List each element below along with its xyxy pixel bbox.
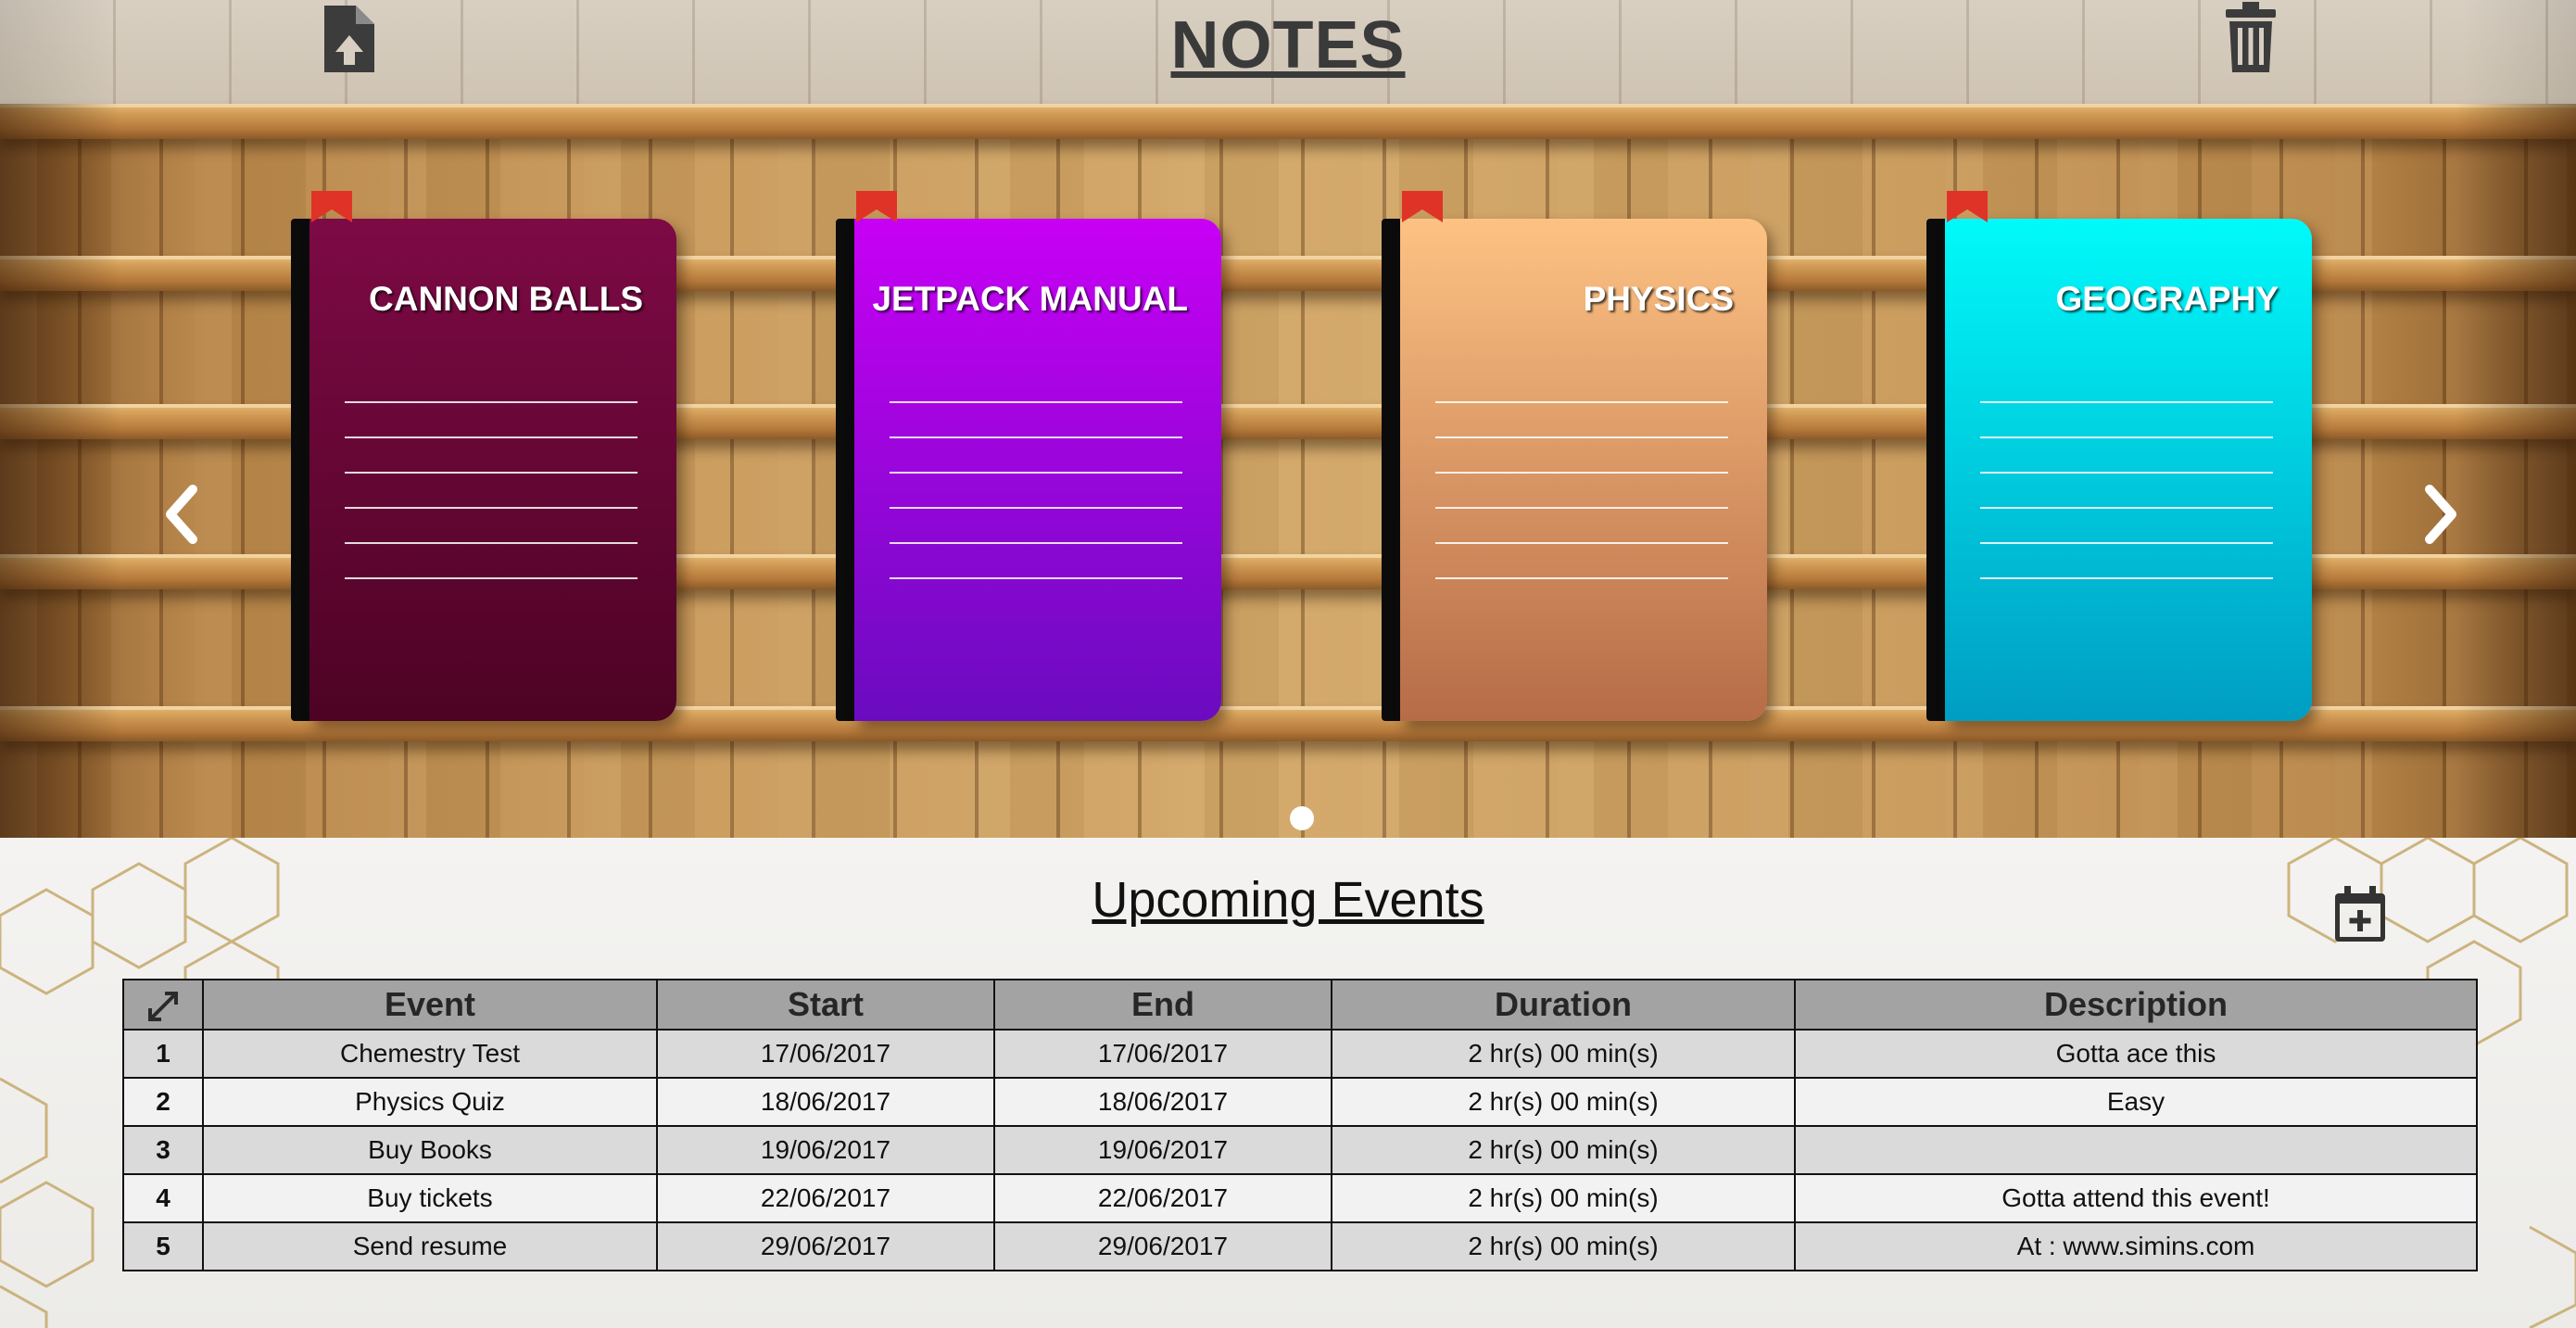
event-description: Gotta attend this event! xyxy=(1794,1173,2478,1223)
carousel-page-dot[interactable] xyxy=(1290,806,1314,830)
event-name: Physics Quiz xyxy=(202,1077,658,1127)
row-number: 3 xyxy=(122,1125,204,1175)
event-description: Easy xyxy=(1794,1077,2478,1127)
table-row[interactable]: 4 Buy tickets 22/06/2017 22/06/2017 2 hr… xyxy=(122,1173,2478,1223)
expand-icon[interactable] xyxy=(146,990,180,1023)
event-duration: 2 hr(s) 00 min(s) xyxy=(1331,1173,1796,1223)
event-duration: 2 hr(s) 00 min(s) xyxy=(1331,1125,1796,1175)
notebook-geography[interactable]: GEOGRAPHY xyxy=(1926,191,2312,721)
notebook-title: CANNON BALLS xyxy=(369,280,643,318)
table-row[interactable]: 3 Buy Books 19/06/2017 19/06/2017 2 hr(s… xyxy=(122,1125,2478,1175)
column-header-start[interactable]: Start xyxy=(656,979,995,1031)
expand-column-header[interactable] xyxy=(122,979,204,1031)
notebook-jetpack-manual[interactable]: JETPACK MANUAL xyxy=(836,191,1221,721)
event-name: Buy Books xyxy=(202,1125,658,1175)
event-start: 19/06/2017 xyxy=(656,1125,995,1175)
bookmark-ribbon-icon xyxy=(1402,191,1443,222)
event-name: Buy tickets xyxy=(202,1173,658,1223)
event-start: 29/06/2017 xyxy=(656,1221,995,1271)
table-row[interactable]: 2 Physics Quiz 18/06/2017 18/06/2017 2 h… xyxy=(122,1077,2478,1127)
event-duration: 2 hr(s) 00 min(s) xyxy=(1331,1077,1796,1127)
column-header-description[interactable]: Description xyxy=(1794,979,2478,1031)
event-name: Send resume xyxy=(202,1221,658,1271)
event-duration: 2 hr(s) 00 min(s) xyxy=(1331,1221,1796,1271)
bookmark-ribbon-icon xyxy=(311,191,352,222)
notebook-physics[interactable]: PHYSICS xyxy=(1382,191,1767,721)
column-header-duration[interactable]: Duration xyxy=(1331,979,1796,1031)
event-description: At : www.simins.com xyxy=(1794,1221,2478,1271)
event-end: 17/06/2017 xyxy=(993,1029,1332,1079)
notebook-title: GEOGRAPHY xyxy=(2055,280,2279,318)
event-end: 22/06/2017 xyxy=(993,1173,1332,1223)
event-end: 19/06/2017 xyxy=(993,1125,1332,1175)
events-table: Event Start End Duration Description 1 C… xyxy=(122,979,2478,1271)
page-title: NOTES xyxy=(1170,8,1406,82)
event-description xyxy=(1794,1125,2478,1175)
notebook-spine xyxy=(1382,219,1400,721)
notes-shelf: NOTES CANNON BALLS JETPACK MANUAL PHYSIC… xyxy=(0,0,2576,838)
notebook-cannon-balls[interactable]: CANNON BALLS xyxy=(291,191,676,721)
column-header-end[interactable]: End xyxy=(993,979,1332,1031)
event-start: 18/06/2017 xyxy=(656,1077,995,1127)
bookmark-ribbon-icon xyxy=(1947,191,1988,222)
events-title: Upcoming Events xyxy=(1092,872,1484,928)
notebook-spine xyxy=(836,219,854,721)
notebook-title: PHYSICS xyxy=(1583,280,1734,318)
event-name: Chemestry Test xyxy=(202,1029,658,1079)
bookmark-ribbon-icon xyxy=(856,191,897,222)
table-header-row: Event Start End Duration Description xyxy=(122,979,2478,1031)
row-number: 1 xyxy=(122,1029,204,1079)
chevron-left-icon[interactable] xyxy=(156,482,211,547)
event-end: 29/06/2017 xyxy=(993,1221,1332,1271)
notebook-title: JETPACK MANUAL xyxy=(872,280,1188,318)
row-number: 4 xyxy=(122,1173,204,1223)
shelf-shadow-right xyxy=(2456,104,2576,838)
shelf-board xyxy=(0,104,2576,139)
trash-icon[interactable] xyxy=(2222,0,2279,74)
event-duration: 2 hr(s) 00 min(s) xyxy=(1331,1029,1796,1079)
notebook-spine xyxy=(1926,219,1945,721)
table-row[interactable]: 1 Chemestry Test 17/06/2017 17/06/2017 2… xyxy=(122,1029,2478,1079)
shelf-shadow-left xyxy=(0,104,120,838)
table-row[interactable]: 5 Send resume 29/06/2017 29/06/2017 2 hr… xyxy=(122,1221,2478,1271)
upcoming-events-panel: Upcoming Events Event Start End Duration… xyxy=(0,838,2576,1328)
upload-note-icon[interactable] xyxy=(321,4,378,74)
chevron-right-icon[interactable] xyxy=(2411,482,2467,547)
row-number: 5 xyxy=(122,1221,204,1271)
event-description: Gotta ace this xyxy=(1794,1029,2478,1079)
event-start: 17/06/2017 xyxy=(656,1029,995,1079)
notebook-spine xyxy=(291,219,309,721)
column-header-event[interactable]: Event xyxy=(202,979,658,1031)
row-number: 2 xyxy=(122,1077,204,1127)
event-start: 22/06/2017 xyxy=(656,1173,995,1223)
event-end: 18/06/2017 xyxy=(993,1077,1332,1127)
calendar-add-icon[interactable] xyxy=(2331,884,2389,943)
